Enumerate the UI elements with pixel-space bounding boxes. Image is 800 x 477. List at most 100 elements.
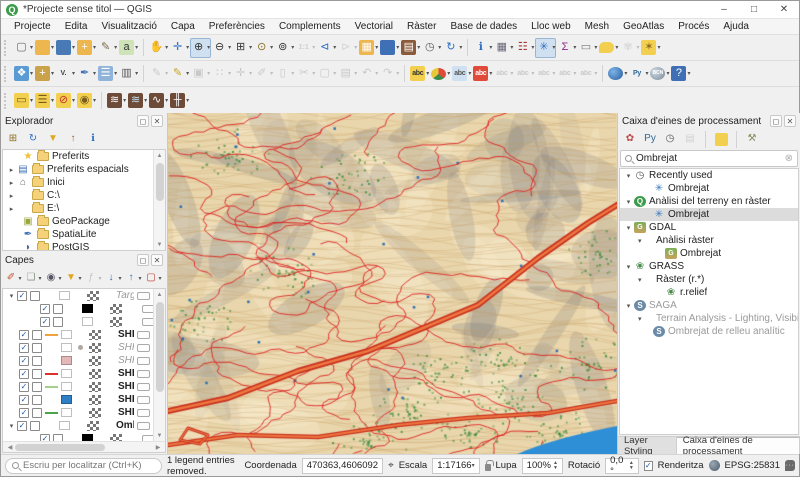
- layer-row[interactable]: ✓ SHP prova bt5mv20sh0f300115: [3, 367, 153, 380]
- menu-item[interactable]: Projecte: [7, 20, 58, 33]
- menu-item[interactable]: Mesh: [578, 20, 616, 33]
- menu-item[interactable]: Capa: [164, 20, 202, 33]
- processing-tree-item[interactable]: ▾ Terrain Analysis - Lighting, Visibilit…: [620, 312, 798, 325]
- tab-layer-styling[interactable]: Layer Styling: [618, 437, 677, 454]
- expand-caret-icon[interactable]: ▾: [624, 237, 638, 245]
- browser-item[interactable]: ▣ GeoPackage: [3, 215, 153, 228]
- new-map-view-button[interactable]: ▦▾: [358, 38, 379, 58]
- menu-item[interactable]: Edita: [58, 20, 95, 33]
- pin-labels-button[interactable]: abc▾: [451, 64, 472, 84]
- processing-tree-item[interactable]: S Ombrejat de relleu analític: [620, 325, 798, 338]
- expand-caret-icon[interactable]: ▾: [624, 224, 631, 232]
- layer-row[interactable]: ▾ ✓ Target Grid: [3, 289, 153, 302]
- layer-checkbox-checked[interactable]: ✓: [19, 369, 29, 379]
- edit-in-place-button[interactable]: [712, 131, 730, 148]
- browser-item[interactable]: ▸ E:\: [3, 202, 153, 215]
- magnifier-spinbox[interactable]: 100%▲▼: [522, 458, 563, 474]
- close-panel-icon[interactable]: ✕: [784, 115, 796, 127]
- processing-history-button[interactable]: ◷: [661, 131, 679, 148]
- layer-styling-button[interactable]: ✐▾: [4, 270, 22, 287]
- processing-toolbox-button[interactable]: ✳▾: [535, 38, 556, 58]
- scroll-up-icon[interactable]: ▲: [157, 150, 163, 161]
- open-project-button[interactable]: ▾: [34, 38, 55, 58]
- new-geopackage-button[interactable]: +▾: [34, 64, 55, 84]
- processing-tree-item[interactable]: ❀ r.relief: [620, 286, 798, 299]
- maximize-button[interactable]: □: [739, 1, 769, 18]
- menu-item[interactable]: Base de dades: [443, 20, 524, 33]
- float-panel-icon[interactable]: ◻: [137, 254, 149, 266]
- rotation-spinbox[interactable]: 0,0 °▲▼: [605, 458, 639, 474]
- layer-indicator-icon[interactable]: [137, 422, 150, 430]
- scroll-left-icon[interactable]: ◀: [5, 444, 15, 451]
- layer-labeling-button[interactable]: abc▾: [409, 64, 430, 84]
- messages-icon[interactable]: ···: [785, 460, 795, 471]
- expand-caret-icon[interactable]: ▾: [624, 315, 638, 323]
- layer-checkbox-checked[interactable]: ✓: [19, 356, 29, 366]
- new-virtual-layer-button[interactable]: ☰▾: [97, 64, 118, 84]
- menu-item[interactable]: Ràster: [400, 20, 443, 33]
- layers-hscrollbar[interactable]: ◀ ▶: [3, 441, 165, 452]
- browser-filter-button[interactable]: ▼: [44, 131, 62, 148]
- layer-indicator-icon[interactable]: [137, 396, 150, 404]
- map-canvas[interactable]: [168, 113, 617, 456]
- browser-refresh-button[interactable]: ↻: [24, 131, 42, 148]
- filter-legend-button[interactable]: ▼▾: [64, 270, 82, 287]
- copy-features-button[interactable]: ▢▾: [316, 64, 337, 84]
- layer-indicator-icon[interactable]: [137, 331, 150, 339]
- expand-caret-icon[interactable]: ▸: [7, 192, 14, 200]
- manage-themes-button[interactable]: ◉▾: [44, 270, 62, 287]
- menu-item[interactable]: Vectorial: [348, 20, 400, 33]
- expand-caret-icon[interactable]: ▾: [7, 292, 14, 300]
- layer-checkbox-checked[interactable]: ✓: [19, 343, 29, 353]
- processing-tree-item[interactable]: ▾ S SAGA: [620, 299, 798, 312]
- label-tool-1-button[interactable]: abc▾: [493, 64, 514, 84]
- zoom-to-layer-button[interactable]: ⊚▾: [274, 38, 295, 58]
- browser-properties-button[interactable]: ℹ: [84, 131, 102, 148]
- browser-collapse-button[interactable]: ↑: [64, 131, 82, 148]
- zoom-full-button[interactable]: ⊞▾: [232, 38, 253, 58]
- layer-row[interactable]: ✓ SHP prova bt5mv20sh0f300115: [3, 406, 153, 419]
- expand-caret-icon[interactable]: ▸: [7, 166, 14, 174]
- browser-add-layer-button[interactable]: ⊞: [4, 131, 22, 148]
- scroll-right-icon[interactable]: ▶: [153, 444, 163, 451]
- layer-indicator-icon[interactable]: [142, 305, 153, 313]
- map-tips-button[interactable]: ▾: [598, 38, 619, 58]
- close-panel-icon[interactable]: ✕: [151, 254, 163, 266]
- python-console-button[interactable]: Py▾: [628, 64, 649, 84]
- menu-item[interactable]: Complements: [272, 20, 348, 33]
- lock-scale-icon[interactable]: [485, 464, 491, 471]
- expand-caret-icon[interactable]: ▾: [624, 198, 631, 206]
- style-manager-button[interactable]: a▾: [118, 38, 139, 58]
- processing-tree-item[interactable]: ✳ Ombrejat: [620, 208, 798, 221]
- pan-map-button[interactable]: ✋▾: [148, 38, 169, 58]
- layer-checkbox-unchecked[interactable]: [53, 434, 63, 442]
- identify-features-button[interactable]: ℹ▾: [472, 38, 493, 58]
- browser-item[interactable]: ▸ C:\: [3, 189, 153, 202]
- label-tool-4-button[interactable]: abc▾: [556, 64, 577, 84]
- layer-checkbox-unchecked[interactable]: [53, 304, 63, 314]
- browser-item[interactable]: ◗ PostGIS: [3, 241, 153, 250]
- zoom-next-button[interactable]: ⊳▾: [337, 38, 358, 58]
- vertex-tool-button[interactable]: ✛▾: [232, 64, 253, 84]
- undo-button[interactable]: ↶▾: [358, 64, 379, 84]
- attribute-table-button[interactable]: ▦▾: [493, 38, 514, 58]
- layer-indicator-icon[interactable]: [137, 383, 150, 391]
- expand-caret-icon[interactable]: ▾: [7, 422, 14, 430]
- processing-tree-item[interactable]: ▾ Q Anàlisi del terreny en ràster: [620, 195, 798, 208]
- scroll-down-icon[interactable]: ▼: [157, 430, 163, 441]
- layer-indicator-icon[interactable]: [137, 292, 150, 300]
- new-bookmark-button[interactable]: ▾: [379, 38, 400, 58]
- add-group-button[interactable]: ❏▾: [24, 270, 42, 287]
- menu-item[interactable]: Lloc web: [524, 20, 577, 33]
- scrollbar-thumb[interactable]: [156, 163, 164, 201]
- highlight-labels-button[interactable]: abc▾: [472, 64, 493, 84]
- new-project-button[interactable]: ▢▾: [13, 38, 34, 58]
- processing-models-button[interactable]: ✿: [621, 131, 639, 148]
- current-edits-button[interactable]: ✎▾: [148, 64, 169, 84]
- measure-button[interactable]: ▭▾: [577, 38, 598, 58]
- close-panel-icon[interactable]: ✕: [151, 115, 163, 127]
- processing-tree-item[interactable]: ▾ ❀ GRASS: [620, 260, 798, 273]
- refresh-map-button[interactable]: ↻▾: [442, 38, 463, 58]
- processing-tree-item[interactable]: ✳ Ombrejat: [620, 182, 798, 195]
- layer-checkbox-unchecked[interactable]: [32, 382, 42, 392]
